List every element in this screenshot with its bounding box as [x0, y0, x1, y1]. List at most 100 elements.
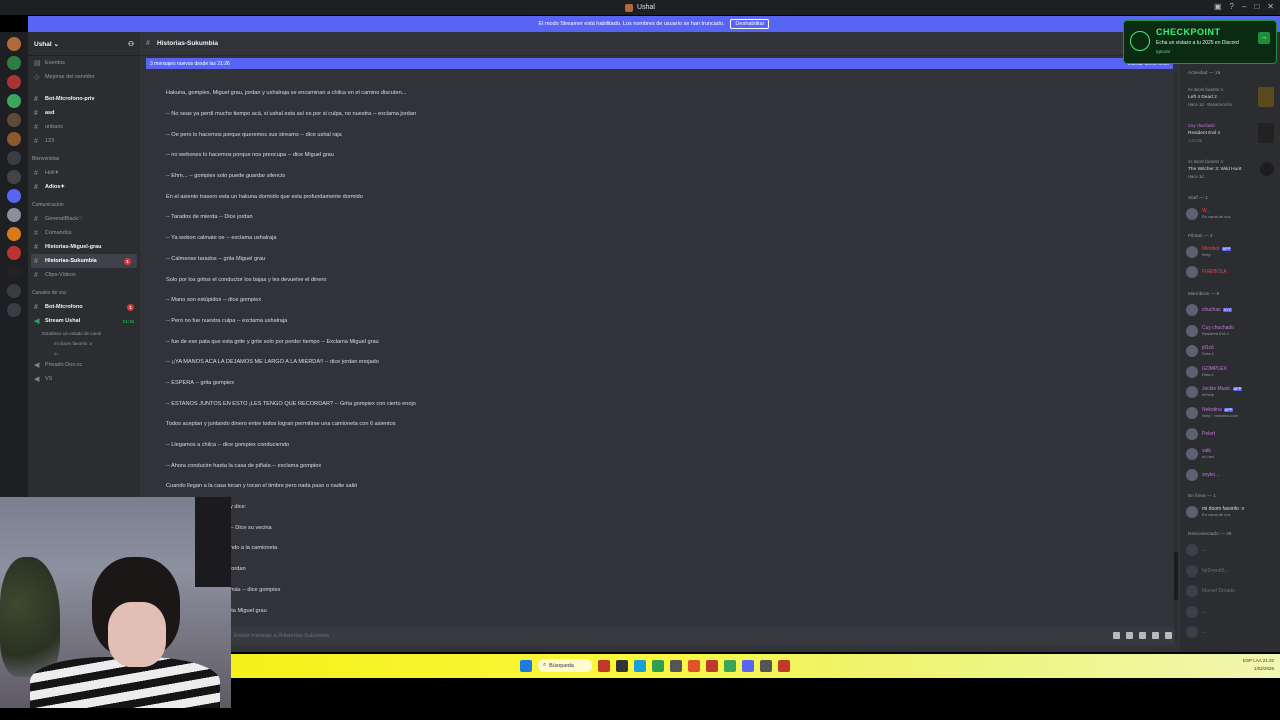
guild-header[interactable]: Ushal ⌄ ⚇ [28, 32, 140, 56]
server-icon[interactable] [7, 37, 21, 51]
message-item[interactable]: ita Miguel grau [166, 600, 866, 621]
message-item[interactable]: más -- dice gompiex [166, 580, 866, 601]
taskbar-app-icon[interactable] [706, 659, 718, 672]
message-item[interactable]: -- Ehm... -- gompiex solo puede guardar … [166, 166, 866, 187]
message-item[interactable]: Cuando llegan a la casa tocan y tocan el… [166, 476, 866, 497]
member-item[interactable]: Cuy chuchado Resident Evil 4 [1180, 320, 1280, 341]
taskbar-app-icon[interactable] [724, 659, 736, 672]
edge-icon[interactable] [634, 659, 646, 672]
voice-channel-item[interactable]: ◀ Stream Ushal 21:15 [28, 314, 140, 328]
member-item[interactable]: Nekotina APP !help · nekotina.com [1180, 403, 1280, 424]
member-item[interactable]: GOMPLEX Dota 2 [1180, 362, 1280, 383]
member-item[interactable]: ... [1180, 540, 1280, 561]
member-item[interactable]: mi doom favorito :v En canal de voz [1180, 502, 1280, 523]
message-item[interactable]: -- Oe pero lo hacemos porque queremos su… [166, 124, 866, 145]
channel-item[interactable]: # Clips-Videos [28, 268, 140, 282]
boosts-item[interactable]: ◇ Mejoras del servidor [28, 70, 140, 84]
channel-item[interactable]: # unbans [28, 120, 140, 134]
add-server-icon[interactable] [7, 303, 21, 317]
server-icon[interactable] [7, 56, 21, 70]
message-item[interactable]: jordan [166, 559, 866, 580]
minimize-button[interactable]: – [1242, 2, 1246, 11]
disable-streamer-button[interactable]: Deshabilitar [730, 19, 770, 29]
activity-card[interactable]: mi doom favorito :v Left 4 Dead 2 Hace 1d … [1180, 79, 1280, 115]
maximize-button[interactable]: □ [1254, 2, 1259, 11]
checkpoint-popup[interactable]: CHECKPOINT Echa un vistazo a tu 2025 en … [1123, 20, 1277, 64]
channel-item[interactable]: # Adios✦ [28, 180, 140, 194]
message-input[interactable]: Enviar mensaje a #Historias-Sukumbia [230, 627, 1175, 645]
channel-item[interactable]: # Bot-Microfono-priv [28, 92, 140, 106]
server-icon[interactable] [7, 265, 21, 279]
message-item[interactable]: -- ESTANOS JUNTOS EN ESTO ¡LES TENGO QUE… [166, 393, 866, 414]
message-item[interactable]: ndo a la camioneta [166, 538, 866, 559]
chrome-icon[interactable] [652, 659, 664, 672]
taskbar-app-icon[interactable] [778, 659, 790, 672]
message-item[interactable]: -- Tarados de mierda -- Dice jordan [166, 207, 866, 228]
server-icon[interactable] [7, 94, 21, 108]
taskbar-app-icon[interactable] [598, 659, 610, 672]
message-item[interactable]: -- Llegamos a chilca -- dice gompiex con… [166, 435, 866, 456]
activity-card[interactable]: Cuy chuchado Resident Evil 4 1:51:55 [1180, 115, 1280, 151]
server-icon[interactable] [7, 170, 21, 184]
activity-card[interactable]: mi doom favorito :v The Witcher 3: Wild H… [1180, 151, 1280, 187]
server-icon[interactable] [7, 189, 21, 203]
message-item[interactable]: -- Dice su vecina [166, 517, 866, 538]
member-item[interactable]: Mimibot APP/help [1180, 242, 1280, 263]
member-item[interactable]: zeyko... [1180, 465, 1280, 486]
member-item[interactable]: W... En canal de voz [1180, 204, 1280, 225]
message-item[interactable]: -- ¡¡YA MANOS ACA LA DEJAMOS ME LARGO A … [166, 352, 866, 373]
message-item[interactable]: Solo por los gritos el conductor los baj… [166, 269, 866, 290]
member-item[interactable]: ... [1180, 622, 1280, 643]
message-item[interactable]: -- no webones lo hacemos porque nos preo… [166, 145, 866, 166]
brave-icon[interactable] [688, 659, 700, 672]
message-item[interactable]: y dice: [166, 497, 866, 518]
gif-icon[interactable] [1126, 632, 1133, 639]
taskbar-app-icon[interactable] [760, 659, 772, 672]
member-item[interactable]: hjr2mmb5... [1180, 560, 1280, 581]
voice-channel-item[interactable]: ◀ VS [28, 372, 140, 386]
server-icon[interactable] [7, 132, 21, 146]
category-bienvenidas[interactable]: Bienvenidas [28, 152, 140, 166]
message-item[interactable]: -- No seas ya perdí mucho tiempo acá, si… [166, 104, 866, 125]
member-item[interactable]: FIREBOLA [1180, 262, 1280, 283]
discover-icon[interactable] [7, 284, 21, 298]
taskbar-search[interactable]: ⌕ Búsqueda [538, 659, 592, 672]
message-item[interactable]: -- Mano son estúpidos -- dice gompiex [166, 290, 866, 311]
voice-channel-item[interactable]: ◀ Privado Dos-cc [28, 358, 140, 372]
message-item[interactable]: -- ESPERA -- grita gompiex [166, 373, 866, 394]
server-icon[interactable] [7, 246, 21, 260]
member-item[interactable]: ... [1180, 602, 1280, 623]
close-button[interactable]: ✕ [1267, 2, 1274, 11]
voice-status[interactable]: Establece un estado de canal [28, 328, 140, 338]
voice-user[interactable]: u... [28, 348, 140, 358]
events-item[interactable]: ▤ Eventos [28, 56, 140, 70]
member-item[interactable]: valk no hex [1180, 444, 1280, 465]
channel-item[interactable]: # GeneralBlack♡ [28, 212, 140, 226]
checkpoint-open-button[interactable]: → [1258, 32, 1270, 44]
discord-icon[interactable] [742, 659, 754, 672]
apps-icon[interactable] [1165, 632, 1172, 639]
message-item[interactable]: Hakuna, gompiex, Miguel grau, jordan y u… [166, 83, 866, 104]
voice-user[interactable]: mi doom favorito :v [28, 338, 140, 348]
channel-item[interactable]: # Holi✦ [28, 166, 140, 180]
channel-item[interactable]: # Historias-Miguel-grau [28, 240, 140, 254]
windows-start-icon[interactable] [520, 659, 532, 672]
channel-item[interactable]: # asd [28, 106, 140, 120]
help-icon[interactable]: ? [1230, 2, 1234, 11]
message-item[interactable]: -- Pero no fue nuestra culpa -- exclama … [166, 311, 866, 332]
member-item[interactable]: chuchas XYZ [1180, 300, 1280, 321]
taskbar-app-icon[interactable] [670, 659, 682, 672]
message-item[interactable]: -- Ahora conducire hasta la casa de piña… [166, 455, 866, 476]
voice-channel-item[interactable]: # Bot-Microfono 1 [28, 300, 140, 314]
category-voice[interactable]: Canales de voz [28, 286, 140, 300]
message-item[interactable]: Todos aceptan y juntando dinero entre to… [166, 414, 866, 435]
message-item[interactable]: -- fue de ese pata que esta grite y grit… [166, 331, 866, 352]
message-item[interactable]: -- Calmense tarados -- grita Miguel grau [166, 249, 866, 270]
message-item[interactable]: En el asiento trasero esta un hakuna dor… [166, 186, 866, 207]
gift-icon[interactable] [1113, 632, 1120, 639]
scrollbar[interactable] [1174, 72, 1178, 642]
server-icon[interactable] [7, 75, 21, 89]
sticker-icon[interactable] [1139, 632, 1146, 639]
message-item[interactable]: -- Ya webon calmate oe -- exclama ushalr… [166, 228, 866, 249]
add-user-icon[interactable]: ⚇ [128, 40, 134, 48]
